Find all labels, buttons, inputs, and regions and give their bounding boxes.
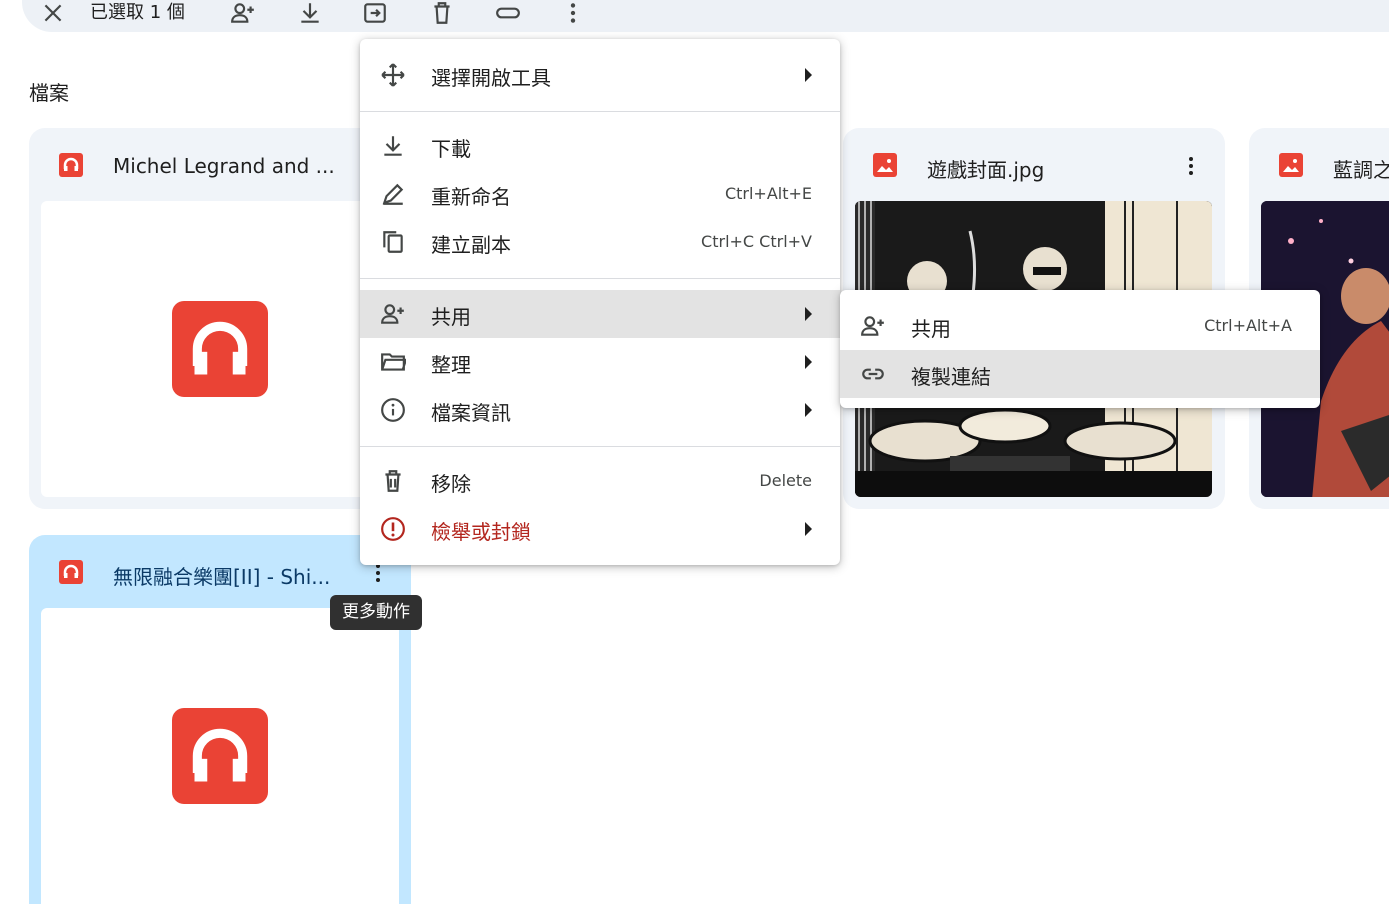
file-card[interactable]: Michel Legrand and ...	[29, 128, 399, 509]
headphones-icon	[172, 301, 268, 397]
menu-item-share[interactable]: 共用	[360, 290, 840, 338]
menu-item-label: 重新命名	[431, 185, 511, 209]
submenu-arrow-icon	[805, 307, 812, 321]
more-vert-icon[interactable]	[560, 0, 586, 26]
file-title: Michel Legrand and ...	[113, 154, 335, 178]
close-icon[interactable]	[40, 0, 66, 26]
move-icon[interactable]	[362, 0, 388, 26]
download-icon[interactable]	[297, 0, 323, 26]
menu-item-shortcut: Ctrl+Alt+E	[724, 184, 812, 203]
trash-icon	[385, 470, 401, 492]
menu-item-label: 檢舉或封鎖	[431, 520, 531, 544]
menu-item-report[interactable]: 檢舉或封鎖	[360, 505, 840, 553]
link-icon[interactable]	[495, 0, 521, 26]
file-thumbnail	[41, 608, 399, 904]
copy-icon	[383, 231, 403, 253]
menu-item-open-with[interactable]: 選擇開啟工具	[360, 51, 840, 99]
more-vert-icon[interactable]	[1179, 154, 1203, 178]
menu-item-organize[interactable]: 整理	[360, 338, 840, 386]
menu-item-rename[interactable]: 重新命名 Ctrl+Alt+E	[360, 170, 840, 218]
menu-item-download[interactable]: 下載	[360, 122, 840, 170]
submenu-item-share[interactable]: 共用 Ctrl+Alt+A	[840, 302, 1320, 350]
menu-item-label: 建立副本	[431, 233, 511, 257]
submenu-item-copy-link[interactable]: 複製連結	[840, 350, 1320, 398]
selection-count: 已選取 1 個	[90, 2, 185, 23]
menu-item-label: 移除	[431, 472, 471, 496]
menu-item-label: 檔案資訊	[431, 401, 511, 425]
image-file-icon	[1279, 153, 1303, 177]
selection-toolbar: 已選取 1 個	[22, 0, 1389, 32]
context-menu: 選擇開啟工具 下載 重新命名 Ctrl+Alt+E 建立副本 Ctrl+C Ct…	[360, 39, 840, 565]
menu-item-make-copy[interactable]: 建立副本 Ctrl+C Ctrl+V	[360, 218, 840, 266]
menu-item-label: 整理	[431, 353, 471, 377]
menu-item-shortcut: Delete	[759, 471, 812, 490]
file-title: 遊戲封面.jpg	[927, 158, 1045, 182]
share-person-icon	[381, 304, 404, 324]
folder-icon	[381, 353, 406, 371]
menu-item-label: 複製連結	[911, 365, 991, 389]
share-person-icon	[861, 316, 884, 336]
submenu-arrow-icon	[805, 68, 812, 82]
menu-item-label: 共用	[431, 305, 471, 329]
open-with-icon	[381, 63, 405, 87]
share-submenu: 共用 Ctrl+Alt+A 複製連結	[840, 290, 1320, 408]
menu-item-label: 共用	[911, 317, 951, 341]
info-icon	[381, 398, 405, 422]
menu-item-remove[interactable]: 移除 Delete	[360, 457, 840, 505]
tooltip: 更多動作	[330, 595, 422, 630]
menu-divider	[360, 278, 840, 279]
share-person-icon[interactable]	[230, 0, 256, 26]
file-card-selected[interactable]: 無限融合樂團[II] - Shi...	[29, 535, 411, 904]
submenu-arrow-icon	[805, 522, 812, 536]
file-thumbnail	[41, 201, 399, 497]
audio-file-icon	[59, 153, 83, 177]
link-icon	[862, 368, 884, 380]
image-file-icon	[873, 153, 897, 177]
menu-item-label: 選擇開啟工具	[431, 66, 551, 90]
report-icon	[381, 517, 405, 541]
rename-icon	[382, 183, 404, 205]
menu-divider	[360, 111, 840, 112]
menu-item-shortcut: Ctrl+C Ctrl+V	[701, 232, 812, 251]
submenu-arrow-icon	[805, 355, 812, 369]
download-icon	[384, 136, 402, 156]
menu-item-file-info[interactable]: 檔案資訊	[360, 386, 840, 434]
submenu-arrow-icon	[805, 403, 812, 417]
trash-icon[interactable]	[429, 0, 455, 26]
menu-divider	[360, 446, 840, 447]
section-title: 檔案	[29, 81, 69, 105]
menu-item-shortcut: Ctrl+Alt+A	[1204, 316, 1292, 335]
file-title: 藍調之	[1333, 158, 1389, 182]
headphones-icon	[172, 708, 268, 804]
file-title: 無限融合樂團[II] - Shi...	[113, 565, 331, 589]
audio-file-icon	[59, 560, 83, 584]
menu-item-label: 下載	[431, 137, 471, 161]
